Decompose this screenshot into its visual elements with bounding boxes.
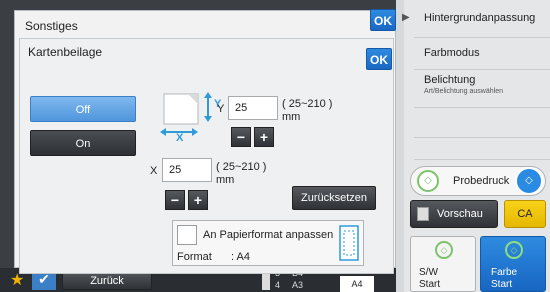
vorschau-label: Vorschau: [437, 208, 483, 220]
menu-item-sublabel: Art/Belichtung auswählen: [424, 88, 503, 95]
ok-button-outer[interactable]: OK: [370, 9, 396, 31]
x-label: X: [150, 165, 158, 177]
fit-to-paper-group: An Papierformat anpassen Format : A4: [172, 220, 364, 266]
sw-start-icon: ◇: [435, 241, 453, 259]
x-range: ( 25~210 ): [216, 161, 267, 173]
menu-item-label: Hintergrundanpassung: [424, 12, 536, 24]
ca-button[interactable]: CA: [504, 200, 546, 228]
format-label: Format: [177, 251, 212, 263]
menu-item-farbmodus[interactable]: Farbmodus: [414, 38, 550, 70]
probedruck-color-icon: ◇: [515, 167, 543, 195]
y-unit: mm: [282, 111, 301, 123]
x-unit: mm: [216, 174, 235, 186]
y-value-input[interactable]: 25: [228, 96, 278, 120]
y-label: Y: [217, 103, 225, 115]
sw-start-button[interactable]: ◇ S/W Start: [410, 236, 476, 292]
probedruck-label: Probedruck: [453, 175, 510, 187]
fit-to-paper-label: An Papierformat anpassen: [203, 229, 334, 241]
preview-icon: [417, 207, 429, 221]
menu-item-label: Farbmodus: [424, 47, 480, 59]
fit-to-paper-checkbox[interactable]: [177, 225, 197, 245]
sw-start-label-2: Start: [419, 279, 441, 290]
y-range: ( 25~210 ): [282, 98, 333, 110]
ok-button-inner[interactable]: OK: [366, 48, 392, 70]
farbe-start-button[interactable]: ◇ Farbe Start: [480, 236, 546, 292]
paper-size-icon: [339, 225, 359, 261]
tray-4-size: A3: [292, 280, 304, 290]
format-value: : A4: [231, 251, 250, 263]
y-minus-button[interactable]: −: [231, 127, 251, 147]
menu-item-label: Belichtung: [424, 74, 476, 86]
farbe-start-label-1: Farbe: [491, 267, 518, 278]
farbe-start-label-2: Start: [491, 279, 513, 290]
on-button[interactable]: On: [30, 130, 136, 156]
probedruck-button[interactable]: ◇ Probedruck ◇: [410, 166, 546, 196]
menu-item-hintergrundanpassung[interactable]: Hintergrundanpassung: [414, 0, 550, 38]
x-plus-button[interactable]: +: [188, 190, 208, 210]
current-paper-size: A4: [340, 276, 374, 292]
probedruck-start-icon: ◇: [417, 170, 439, 192]
diagram-x-label: X: [176, 132, 184, 144]
panel-subtitle: Kartenbeilage: [28, 45, 103, 59]
reset-button[interactable]: Zurücksetzen: [292, 186, 376, 210]
x-value-input[interactable]: 25: [162, 158, 212, 182]
tray-4-number: 4: [275, 280, 281, 290]
farbe-start-icon: ◇: [505, 241, 523, 259]
sw-start-label-1: S/W: [419, 267, 438, 278]
panel-title: Sonstiges: [25, 19, 78, 33]
vorschau-button[interactable]: Vorschau: [410, 200, 498, 228]
collapse-arrow-icon[interactable]: ▶: [402, 12, 414, 26]
menu-empty-1: [414, 108, 550, 138]
menu-empty-2: [414, 138, 550, 160]
menu-item-belichtung[interactable]: Belichtung Art/Belichtung auswählen: [414, 70, 550, 108]
off-button[interactable]: Off: [30, 96, 136, 122]
x-minus-button[interactable]: −: [165, 190, 185, 210]
y-plus-button[interactable]: +: [254, 127, 274, 147]
